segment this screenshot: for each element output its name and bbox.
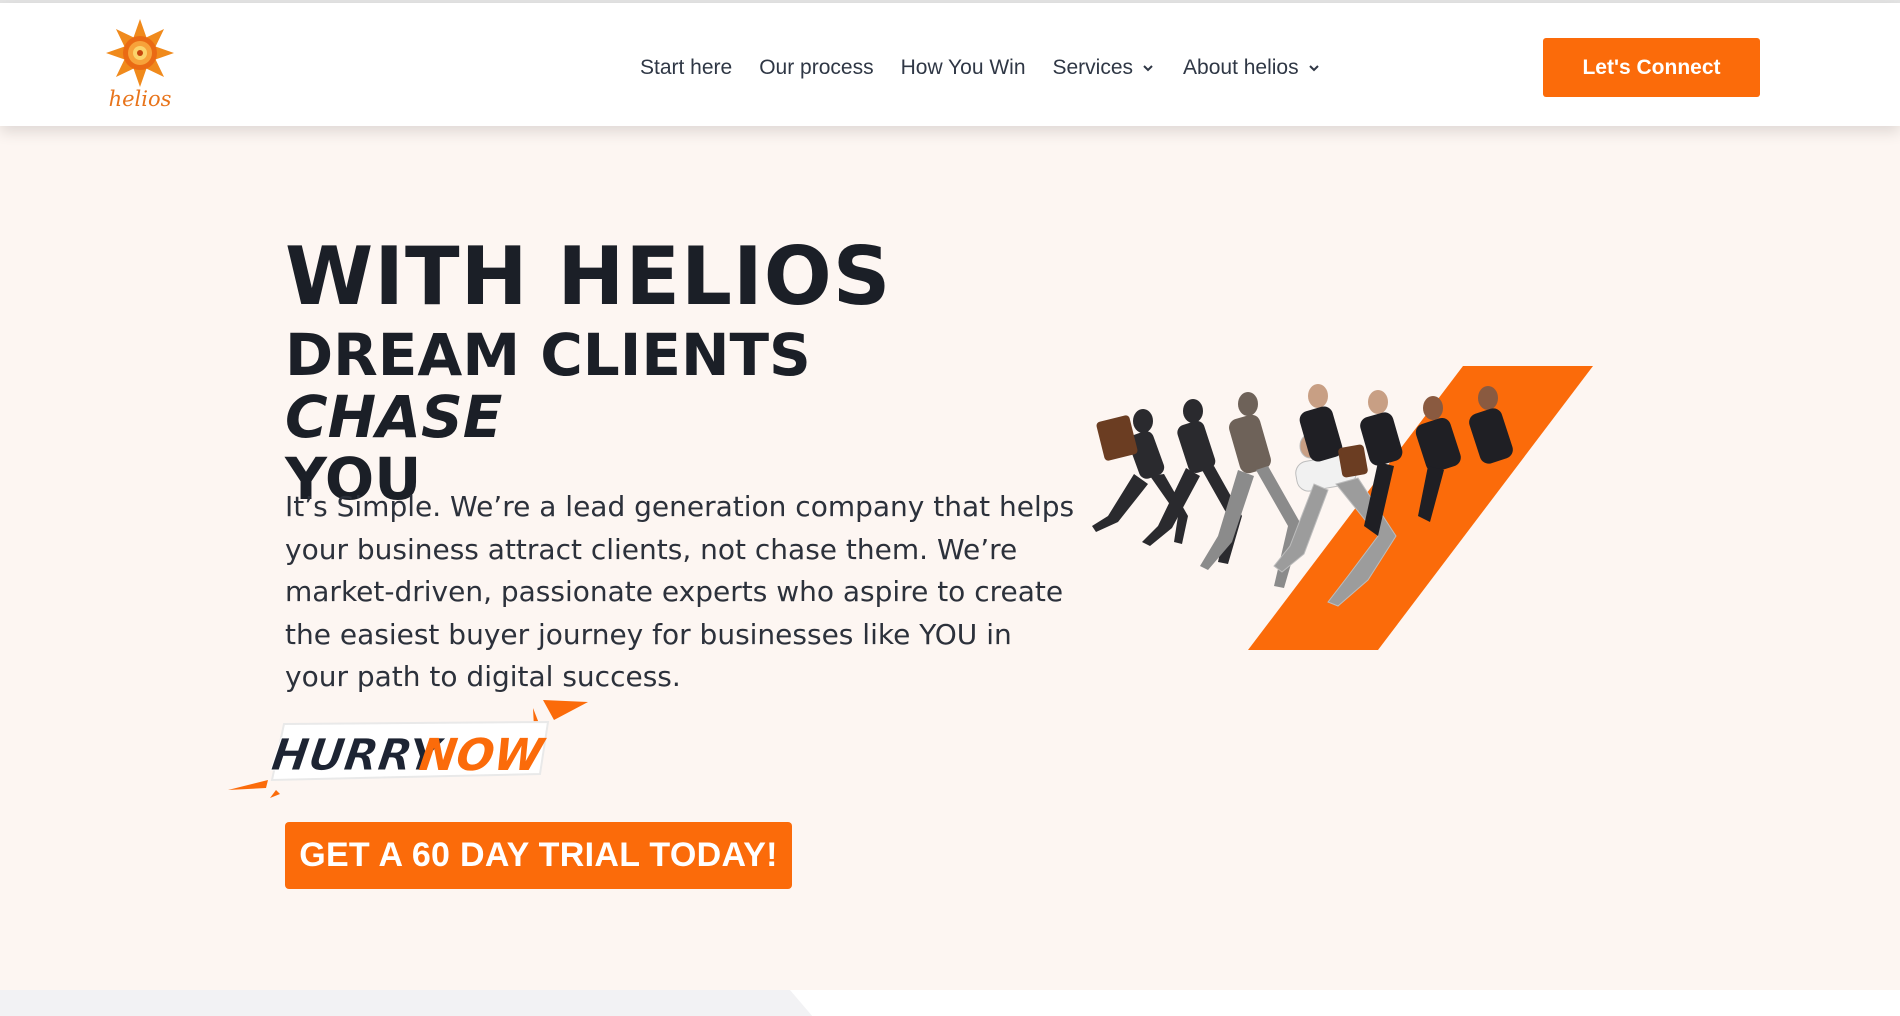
nav-label: About helios <box>1183 56 1299 79</box>
chevron-down-icon <box>1308 65 1319 72</box>
site-header: helios Start here Our process How You Wi… <box>0 3 1900 126</box>
running-businesspeople-image <box>1078 366 1598 666</box>
nav-item-our-process[interactable]: Our process <box>759 56 873 80</box>
hero-title: WITH HELIOS <box>285 230 892 323</box>
nav-item-how-you-win[interactable]: How You Win <box>901 56 1026 80</box>
nav-label: Our process <box>759 56 874 79</box>
nav-item-about-helios[interactable]: About helios <box>1183 56 1322 80</box>
nav-label: How You Win <box>900 56 1026 79</box>
nav-item-services[interactable]: Services <box>1053 56 1157 80</box>
hurry-now-badge: HURRY NOW <box>228 698 590 806</box>
subtitle-emphasis: CHASE <box>285 383 503 451</box>
hero-section: WITH HELIOS DREAM CLIENTS CHASE YOU It’s … <box>0 126 1900 1016</box>
hero-description: It’s Simple. We’re a lead generation com… <box>285 490 1075 693</box>
helios-logo[interactable]: helios <box>100 17 180 117</box>
chevron-down-icon <box>1143 65 1153 72</box>
nav-item-start-here[interactable]: Start here <box>640 56 732 80</box>
nav-label: Services <box>1052 56 1134 79</box>
subtitle-part-1: DREAM CLIENTS <box>285 321 811 389</box>
lets-connect-button[interactable]: Let's Connect <box>1543 38 1760 97</box>
main-navigation: Start here Our process How You Win Servi… <box>640 53 1349 83</box>
now-word: NOW <box>416 730 548 781</box>
next-section-edge-white <box>790 990 1900 1016</box>
trial-button[interactable]: GET A 60 DAY TRIAL TODAY! <box>285 822 792 889</box>
nav-label: Start here <box>640 56 733 79</box>
logo-wordmark: helios <box>108 87 172 111</box>
sun-icon <box>106 19 174 87</box>
hero-subtitle: DREAM CLIENTS CHASE YOU <box>285 324 1045 510</box>
